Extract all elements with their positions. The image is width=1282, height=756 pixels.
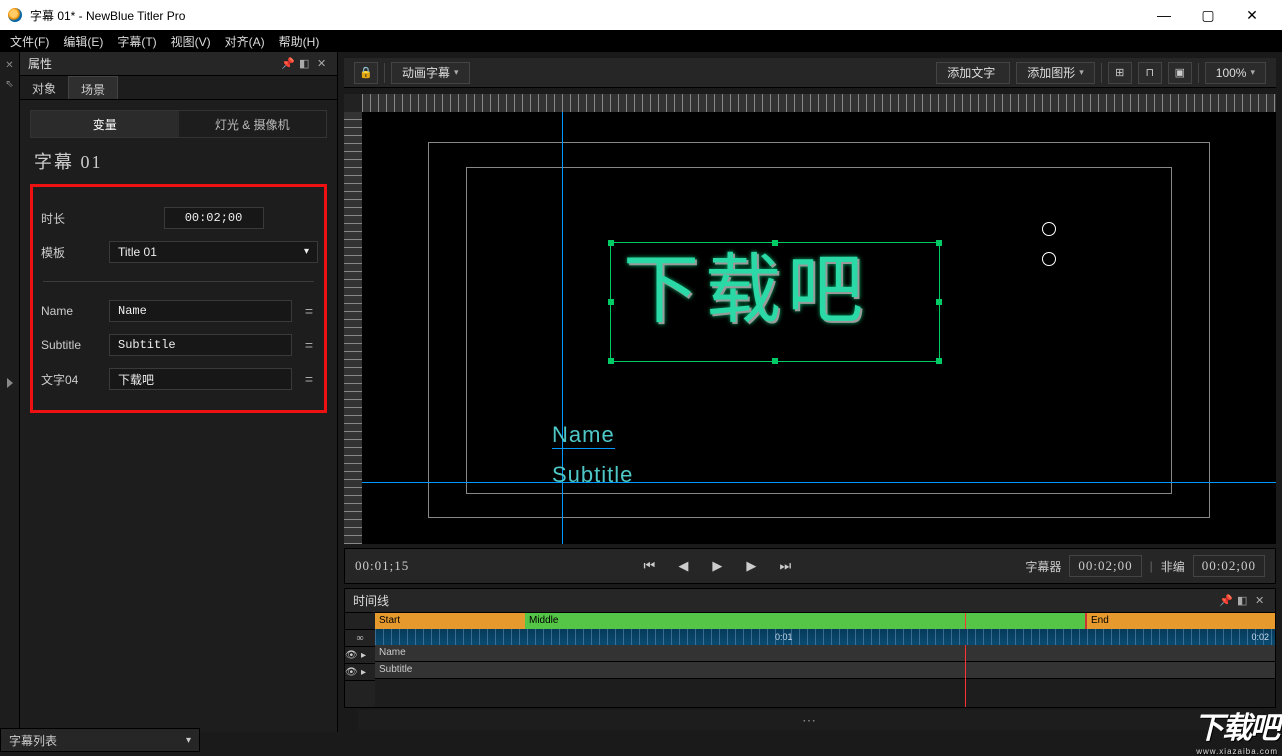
template-select[interactable]: Title 01	[109, 241, 318, 263]
eye-icon[interactable]: 👁	[345, 650, 357, 661]
menu-subtitle[interactable]: 字幕(T)	[111, 31, 162, 52]
last-frame-button[interactable]: ⏭	[772, 554, 798, 578]
properties-panel: 属性 📌 ◧ ✕ 对象 场景 变量 灯光 & 摄像机 字幕 01 时长 模板 T…	[20, 52, 338, 732]
timeline-title: 时间线	[353, 592, 1213, 609]
timeline-panel: 时间线 📌 ◧ ✕ ∞ 👁▸ 👁▸ Start Middle En	[344, 588, 1276, 708]
nle-time[interactable]: 00:02;00	[1193, 555, 1265, 577]
move-handle[interactable]	[1042, 252, 1056, 266]
close-button[interactable]: ✕	[1230, 0, 1274, 30]
timeline-ruler[interactable]: 0:010:02	[375, 629, 1275, 645]
tab-object[interactable]: 对象	[20, 76, 68, 99]
menu-view[interactable]: 视图(V)	[165, 31, 217, 52]
template-label: 模板	[39, 244, 101, 261]
link-icon[interactable]: =	[300, 337, 318, 353]
duration-label: 时长	[39, 210, 101, 227]
name-label: Name	[39, 304, 101, 318]
pin-icon[interactable]: ✕	[5, 60, 13, 71]
titler-label: 字幕器	[1025, 558, 1061, 575]
tab-scene[interactable]: 场景	[68, 76, 118, 99]
name-input[interactable]	[109, 300, 292, 322]
minimize-button[interactable]: —	[1142, 0, 1186, 30]
subtitle-list-panel[interactable]: 字幕列表	[0, 728, 200, 752]
current-time: 00:01;15	[355, 558, 409, 574]
segment-end[interactable]: End	[1085, 613, 1275, 629]
menu-align[interactable]: 对齐(A)	[219, 31, 271, 52]
play-button[interactable]: ▶	[704, 554, 730, 578]
add-text-button[interactable]: 添加文字	[936, 62, 1010, 84]
segment-middle[interactable]: Middle	[525, 613, 1085, 629]
grid-icon[interactable]: ⊞	[1108, 62, 1132, 84]
link-icon[interactable]: =	[300, 303, 318, 319]
link-icon[interactable]: =	[300, 371, 318, 387]
canvas-toolbar: 🔒 动画字幕 添加文字 添加图形 ⊞ ⊓ ▣ 100%	[344, 58, 1276, 88]
text04-label: 文字04	[39, 371, 101, 388]
add-shape-select[interactable]: 添加图形	[1016, 62, 1095, 84]
pin-icon[interactable]: 📌	[1219, 594, 1231, 607]
menu-edit[interactable]: 编辑(E)	[57, 31, 109, 52]
maximize-button[interactable]: ▢	[1186, 0, 1230, 30]
menu-file[interactable]: 文件(F)	[4, 31, 55, 52]
pin-icon[interactable]: ⇖	[5, 79, 13, 90]
segment-start[interactable]: Start	[375, 613, 525, 629]
subtitle-input[interactable]	[109, 334, 292, 356]
watermark: 下载吧 www.xiazaiba.com	[1194, 703, 1278, 756]
subtab-variables[interactable]: 变量	[31, 111, 179, 137]
first-frame-button[interactable]: ⏮	[636, 554, 662, 578]
pin-icon[interactable]: 📌	[281, 57, 293, 70]
close-icon[interactable]: ✕	[1255, 594, 1267, 607]
dock-icon[interactable]: ◧	[299, 57, 311, 70]
track-subtitle[interactable]: Subtitle	[375, 662, 1275, 678]
playback-bar: 00:01;15 ⏮ ◀ ▶ ▶ ⏭ 字幕器 00:02;00 | 非编 00:…	[344, 548, 1276, 584]
playhead[interactable]	[965, 613, 966, 707]
item-title: 字幕 01	[20, 138, 337, 184]
name-text[interactable]: Name	[552, 422, 615, 449]
track-name[interactable]: Name	[375, 645, 1275, 661]
expand-icon[interactable]: ▸	[361, 650, 366, 661]
duration-input[interactable]	[164, 207, 264, 229]
prev-frame-button[interactable]: ◀	[670, 554, 696, 578]
expand-icon[interactable]: ▸	[361, 667, 366, 678]
panel-title: 属性	[28, 55, 275, 72]
zoom-select[interactable]: 100%	[1205, 62, 1266, 84]
highlight-box: 时长 模板 Title 01 Name = Subtitle = 文字04	[30, 184, 327, 413]
titler-time[interactable]: 00:02;00	[1069, 555, 1141, 577]
left-dock: ✕ ⇖	[0, 52, 20, 732]
resize-handle[interactable]: ⋯	[358, 710, 1262, 730]
eye-icon[interactable]: 👁	[345, 667, 357, 678]
subtab-light-camera[interactable]: 灯光 & 摄像机	[179, 111, 327, 137]
rotate-handle[interactable]	[1042, 222, 1056, 236]
close-icon[interactable]: ✕	[317, 57, 329, 70]
lock-icon[interactable]: 🔒	[354, 62, 378, 84]
title-bar: 字幕 01* - NewBlue Titler Pro — ▢ ✕	[0, 0, 1282, 30]
canvas-area[interactable]: 下载吧 Name Subtitle	[344, 94, 1276, 544]
safe-icon[interactable]: ▣	[1168, 62, 1192, 84]
ruler-vertical[interactable]	[344, 112, 362, 544]
ruler-horizontal[interactable]	[362, 94, 1276, 112]
app-icon	[8, 8, 22, 22]
ruler-icon[interactable]: ⊓	[1138, 62, 1162, 84]
subtitle-label: Subtitle	[39, 338, 101, 352]
window-title: 字幕 01* - NewBlue Titler Pro	[30, 7, 1142, 24]
text-selection-box[interactable]: 下载吧	[610, 242, 940, 362]
menu-help[interactable]: 帮助(H)	[273, 31, 326, 52]
subtitle-text[interactable]: Subtitle	[552, 462, 633, 488]
preset-select[interactable]: 动画字幕	[391, 62, 470, 84]
main-text[interactable]: 下载吧	[611, 243, 939, 339]
next-frame-button[interactable]: ▶	[738, 554, 764, 578]
text04-input[interactable]	[109, 368, 292, 390]
menu-bar: 文件(F) 编辑(E) 字幕(T) 视图(V) 对齐(A) 帮助(H)	[0, 30, 1282, 52]
guide-horizontal[interactable]	[362, 482, 1276, 483]
nle-label: 非编	[1161, 558, 1185, 575]
expand-icon[interactable]	[7, 378, 13, 388]
dock-icon[interactable]: ◧	[1237, 594, 1249, 607]
